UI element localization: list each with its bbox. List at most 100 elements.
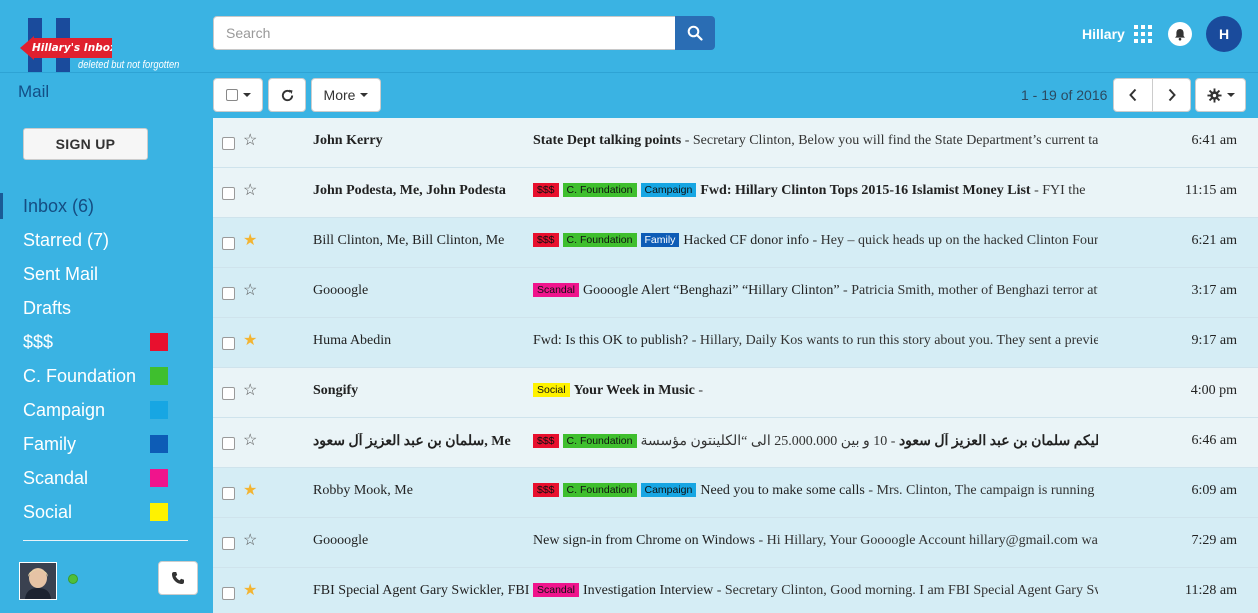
sidebar-item-label: $$$	[23, 331, 54, 352]
email-sender: FBI Special Agent Gary Swickler, FBI	[313, 583, 530, 598]
email-sender: Robby Mook, Me	[313, 483, 413, 498]
email-subject: ان شاء الله سلام عليكم سلمان بن عبد العز…	[898, 434, 1098, 449]
mail-section-label[interactable]: Mail	[18, 82, 49, 102]
email-label-tag[interactable]: Campaign	[640, 183, 697, 197]
more-dropdown[interactable]: More	[311, 78, 381, 112]
hillarys-inbox-logo[interactable]: Hillary's Inbox deleted but not forgotte…	[18, 18, 183, 72]
chevron-down-icon	[1226, 93, 1235, 97]
sidebar-item-label: Social	[23, 501, 73, 522]
email-row[interactable]: ☆ John Kerry State Dept talking points - S…	[213, 118, 1258, 168]
sidebar-item-social[interactable]: Social	[0, 495, 212, 529]
email-subject: State Dept talking points	[533, 133, 682, 148]
top-header: Hillary's Inbox deleted but not forgotte…	[0, 0, 1258, 72]
next-page-button[interactable]	[1152, 78, 1191, 112]
sidebar-item-c-foundation[interactable]: C. Foundation	[0, 359, 212, 393]
email-select-checkbox[interactable]	[222, 587, 235, 600]
email-row[interactable]: ☆ Goooogle New sign-in from Chrome on Wind…	[213, 518, 1258, 568]
email-select-checkbox[interactable]	[222, 337, 235, 350]
sidebar-item-sent-mail[interactable]: Sent Mail	[0, 257, 212, 291]
email-row[interactable]: ☆ Goooogle Scandal Goooogle Alert “Benghazi…	[213, 268, 1258, 318]
pagination-info: 1 - 19 of 2016	[1021, 87, 1108, 103]
email-select-checkbox[interactable]	[222, 187, 235, 200]
user-avatar[interactable]: H	[1206, 16, 1242, 52]
sidebar-item-label: Family	[23, 433, 76, 454]
profile-photo[interactable]	[19, 562, 57, 600]
email-row[interactable]: ★ Bill Clinton, Me, Bill Clinton, Me $$$ C.…	[213, 218, 1258, 268]
email-row[interactable]: ★ FBI Special Agent Gary Swickler, FBI Sca…	[213, 568, 1258, 613]
email-label-tag[interactable]: $$$	[533, 183, 559, 197]
sidebar-item-starred[interactable]: Starred (7)	[0, 223, 212, 257]
star-filled-icon[interactable]: ★	[243, 331, 257, 351]
notifications-button[interactable]	[1168, 22, 1192, 46]
star-outline-icon[interactable]: ☆	[243, 131, 257, 151]
sidebar-item-scandal[interactable]: Scandal	[0, 461, 212, 495]
label-color-swatch	[150, 469, 168, 487]
email-select-checkbox[interactable]	[222, 237, 235, 250]
email-content: State Dept talking points - Secretary Cl…	[533, 133, 1098, 153]
email-label-tag[interactable]: C. Foundation	[562, 483, 637, 497]
profile-photo-image	[20, 563, 56, 599]
email-row[interactable]: ☆ Songify Social Your Week in Music - 4:00 p…	[213, 368, 1258, 418]
email-sender: Huma Abedin	[313, 333, 392, 348]
email-select-checkbox[interactable]	[222, 287, 235, 300]
email-label-tag[interactable]: Campaign	[640, 483, 697, 497]
search-input[interactable]	[214, 17, 675, 49]
select-all-checkbox[interactable]	[225, 89, 238, 101]
star-outline-icon[interactable]: ☆	[243, 281, 257, 301]
star-filled-icon[interactable]: ★	[243, 581, 257, 601]
email-sender: Bill Clinton, Me, Bill Clinton, Me	[313, 233, 505, 248]
star-outline-icon[interactable]: ☆	[243, 381, 257, 401]
email-label-tag[interactable]: $$$	[533, 233, 559, 247]
sidebar-item-family[interactable]: Family	[0, 427, 212, 461]
sidebar-item-inbox[interactable]: Inbox (6)	[0, 189, 212, 223]
email-label-tag[interactable]: Social	[533, 383, 570, 397]
email-row[interactable]: ☆ سلمان بن عبد العزيز آل سعود, Me $$$ C. Fo…	[213, 418, 1258, 468]
email-sender: سلمان بن عبد العزيز آل سعود, Me	[313, 434, 511, 449]
email-row[interactable]: ★ Huma Abedin Fwd: Is this OK to publish? …	[213, 318, 1258, 368]
star-filled-icon[interactable]: ★	[243, 481, 257, 501]
settings-dropdown[interactable]	[1195, 78, 1246, 112]
star-outline-icon[interactable]: ☆	[243, 181, 257, 201]
email-content: $$$C. Foundation ان شاء الله سلام عليكم س…	[533, 433, 1098, 453]
sidebar-item-money[interactable]: $$$	[0, 325, 212, 359]
user-name[interactable]: Hillary	[1082, 26, 1125, 42]
apps-grid-icon[interactable]	[1134, 25, 1152, 43]
email-label-tag[interactable]: $$$	[533, 434, 559, 448]
email-label-tag[interactable]: C. Foundation	[562, 233, 637, 247]
search-box	[213, 16, 676, 50]
star-outline-icon[interactable]: ☆	[243, 431, 257, 451]
email-sender: Songify	[313, 383, 359, 398]
search-icon	[687, 25, 703, 41]
email-label-tag[interactable]: $$$	[533, 483, 559, 497]
call-button[interactable]	[158, 561, 198, 595]
refresh-button[interactable]	[268, 78, 306, 112]
star-filled-icon[interactable]: ★	[243, 231, 257, 251]
more-label: More	[323, 87, 356, 103]
email-row[interactable]: ★ Robby Mook, Me $$$ C. Foundation Campaign N…	[213, 468, 1258, 518]
email-select-checkbox[interactable]	[222, 387, 235, 400]
email-label-tag[interactable]: Scandal	[533, 583, 579, 597]
email-select-checkbox[interactable]	[222, 137, 235, 150]
email-select-checkbox[interactable]	[222, 437, 235, 450]
email-label-tag[interactable]: C. Foundation	[562, 434, 637, 448]
email-label-tag[interactable]: Family	[640, 233, 680, 247]
star-outline-icon[interactable]: ☆	[243, 531, 257, 551]
email-time: 3:17 am	[1191, 283, 1238, 298]
email-select-checkbox[interactable]	[222, 487, 235, 500]
email-row[interactable]: ☆ John Podesta, Me, John Podesta $$$ C. Fou…	[213, 168, 1258, 218]
email-label-tag[interactable]: Scandal	[533, 283, 579, 297]
sidebar-item-campaign[interactable]: Campaign	[0, 393, 212, 427]
email-sender: John Kerry	[313, 133, 383, 148]
sidebar-item-label: Scandal	[23, 467, 89, 488]
prev-page-button[interactable]	[1113, 78, 1153, 112]
email-time: 6:46 am	[1191, 433, 1238, 448]
select-all-dropdown[interactable]	[213, 78, 263, 112]
label-color-swatch	[150, 435, 168, 453]
sign-up-button[interactable]: SIGN UP	[23, 128, 148, 160]
email-time: 11:15 am	[1185, 183, 1237, 198]
email-label-tag[interactable]: C. Foundation	[562, 183, 637, 197]
label-color-swatch	[150, 503, 168, 521]
sidebar-item-drafts[interactable]: Drafts	[0, 291, 212, 325]
email-select-checkbox[interactable]	[222, 537, 235, 550]
search-button[interactable]	[675, 16, 715, 50]
